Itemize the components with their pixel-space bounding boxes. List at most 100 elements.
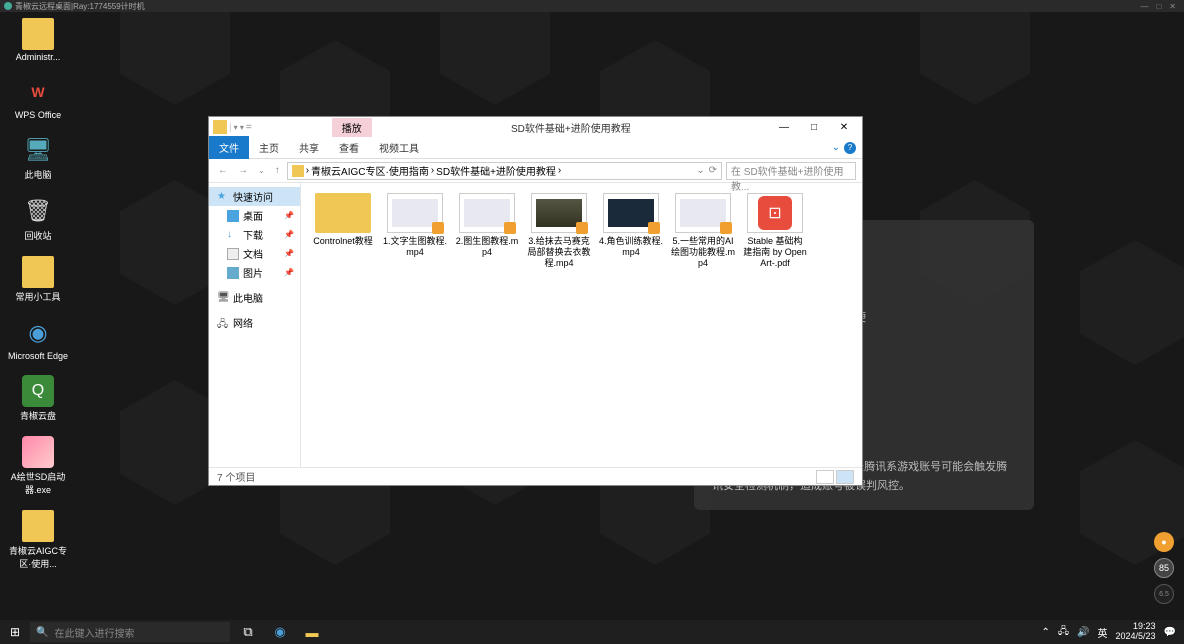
document-icon [227, 248, 239, 260]
start-button[interactable]: ⊞ [0, 625, 30, 639]
view-details-button[interactable] [816, 470, 834, 484]
taskbar-edge-icon[interactable]: ◉ [266, 624, 294, 640]
file-item[interactable]: 5.一些常用的AI绘图功能教程.mp4 [669, 191, 737, 270]
qat-overflow[interactable]: = [246, 122, 252, 133]
sidebar-item-desktop[interactable]: 桌面📌 [209, 206, 300, 225]
help-icon[interactable]: ? [844, 142, 856, 154]
sidebar-item-downloads[interactable]: ↓下载📌 [209, 225, 300, 244]
nav-recent-icon[interactable]: ⌄ [255, 166, 268, 175]
desktop-icon[interactable]: WWPS Office [6, 76, 70, 120]
play-contextual-tab[interactable]: 播放 [332, 118, 372, 137]
tab-view[interactable]: 查看 [329, 136, 369, 159]
remote-desktop-titlebar: 青椒云远程桌面|Ray:1774559计时机 — □ ✕ [0, 0, 1184, 12]
network-icon: 🖧 [217, 317, 229, 329]
desktop-icon[interactable]: A绘世SD启动器.exe [6, 436, 70, 496]
refresh-icon[interactable]: ⟳ [709, 165, 717, 176]
folder-icon [22, 18, 54, 50]
desktop-icon[interactable]: Administr... [6, 18, 70, 62]
star-icon: ★ [217, 191, 229, 203]
ribbon-expand-icon[interactable]: ⌄ [832, 142, 840, 154]
taskbar-search-input[interactable]: 🔍 在此键入进行搜索 [30, 622, 230, 642]
folder-icon [213, 120, 227, 134]
sidebar-this-pc[interactable]: 🖥此电脑 [209, 288, 300, 307]
nav-back-button[interactable]: ← [215, 165, 231, 176]
green-icon: Q [22, 375, 54, 407]
file-name: Controlnet教程 [313, 236, 373, 247]
task-view-button[interactable]: ⧉ [234, 624, 262, 640]
qingjiao-logo-icon [4, 2, 12, 10]
pin-icon: 📌 [284, 249, 294, 258]
folder-icon [22, 256, 54, 288]
status-bar: 7 个项目 [209, 467, 862, 485]
minimize-button[interactable]: — [770, 122, 798, 133]
badge-rating[interactable]: 6.5 [1154, 584, 1174, 604]
file-name: 1.文字生图教程.mp4 [383, 236, 447, 258]
navigation-pane: ★ 快速访问 桌面📌 ↓下载📌 文档📌 图片📌 🖥此电脑 🖧网络 [209, 183, 301, 467]
tab-home[interactable]: 主页 [249, 136, 289, 159]
file-list[interactable]: Controlnet教程 1.文字生图教程.mp4 2.图生图教程.mp4 3.给抹去… [301, 183, 862, 467]
badge-orange[interactable]: ● [1154, 532, 1174, 552]
desktop-icon-label: 常用小工具 [15, 290, 60, 303]
nav-up-button[interactable]: ↑ [272, 165, 283, 176]
pictures-icon [227, 267, 239, 279]
file-item[interactable]: 3.给抹去马赛克局部替换去衣教程.mp4 [525, 191, 593, 270]
crumb-sep: › [431, 165, 434, 176]
tray-volume-icon[interactable]: 🔊 [1077, 627, 1089, 638]
file-item[interactable]: Controlnet教程 [309, 191, 377, 270]
search-input[interactable]: 在 SD软件基础+进阶使用教... [726, 162, 856, 180]
address-bar-row: ← → ⌄ ↑ › 青椒云AIGC专区·使用指南 › SD软件基础+进阶使用教程… [209, 159, 862, 183]
desktop-icon [227, 210, 239, 222]
breadcrumb-bar[interactable]: › 青椒云AIGC专区·使用指南 › SD软件基础+进阶使用教程 › ⌄ ⟳ [287, 162, 722, 180]
remote-max-icon[interactable]: □ [1156, 2, 1161, 11]
close-button[interactable]: ✕ [830, 122, 858, 133]
tray-network-icon[interactable]: 🖧 [1058, 624, 1069, 641]
taskbar-clock[interactable]: 19:23 2024/5/23 [1116, 622, 1156, 642]
taskbar: ⊞ 🔍 在此键入进行搜索 ⧉ ◉ ▬ ⌃ 🖧 🔊 英 19:23 2024/5/… [0, 620, 1184, 644]
side-badges: ● 85 6.5 [1154, 532, 1174, 604]
action-center-icon[interactable]: 💬 [1164, 627, 1176, 638]
taskbar-explorer-icon[interactable]: ▬ [298, 625, 326, 640]
desktop-icon[interactable]: 🗑回收站 [6, 195, 70, 242]
breadcrumb-item[interactable]: SD软件基础+进阶使用教程 [436, 163, 556, 178]
maximize-button[interactable]: □ [800, 122, 828, 133]
breadcrumb-item[interactable]: 青椒云AIGC专区·使用指南 [311, 163, 429, 178]
file-item[interactable]: 1.文字生图教程.mp4 [381, 191, 449, 270]
view-icons-button[interactable] [836, 470, 854, 484]
remote-min-icon[interactable]: — [1140, 2, 1148, 11]
bin-icon: 🗑 [22, 195, 54, 227]
nav-forward-button[interactable]: → [235, 165, 251, 176]
sidebar-quick-access[interactable]: ★ 快速访问 [209, 187, 300, 206]
remote-title: 青椒云远程桌面|Ray:1774559计时机 [15, 1, 145, 12]
file-name: 4.角色训练教程.mp4 [599, 236, 663, 258]
file-name: Stable 基础构建指南 by OpenArt-.pdf [743, 236, 807, 268]
desktop-icon[interactable]: 常用小工具 [6, 256, 70, 303]
pc-icon: 🖥 [22, 134, 54, 166]
tab-video-tools[interactable]: 视频工具 [369, 136, 429, 159]
desktop-icon-label: A绘世SD启动器.exe [6, 470, 70, 496]
desktop-icon[interactable]: 青椒云AIGC专区·使用... [6, 510, 70, 570]
search-icon: 🔍 [36, 627, 48, 638]
file-item[interactable]: 4.角色训练教程.mp4 [597, 191, 665, 270]
file-item[interactable]: ⊡Stable 基础构建指南 by OpenArt-.pdf [741, 191, 809, 270]
desktop-icon[interactable]: Q青椒云盘 [6, 375, 70, 422]
badge-score[interactable]: 85 [1154, 558, 1174, 578]
file-item[interactable]: 2.图生图教程.mp4 [453, 191, 521, 270]
tab-share[interactable]: 共享 [289, 136, 329, 159]
qat-dropdown-icon[interactable]: ▾ ▾ [234, 123, 244, 132]
desktop-icon[interactable]: ◉Microsoft Edge [6, 317, 70, 361]
crumb-dropdown-icon[interactable]: ⌄ [696, 165, 704, 176]
sidebar-network[interactable]: 🖧网络 [209, 313, 300, 332]
file-name: 5.一些常用的AI绘图功能教程.mp4 [671, 236, 735, 268]
pin-icon: 📌 [284, 211, 294, 220]
sidebar-item-pictures[interactable]: 图片📌 [209, 263, 300, 282]
ime-indicator[interactable]: 英 [1098, 625, 1108, 640]
tab-file[interactable]: 文件 [209, 136, 249, 159]
sidebar-item-documents[interactable]: 文档📌 [209, 244, 300, 263]
tray-overflow-icon[interactable]: ⌃ [1042, 627, 1050, 638]
desktop-icon[interactable]: 🖥此电脑 [6, 134, 70, 181]
video-thumbnail [387, 193, 443, 233]
remote-close-icon[interactable]: ✕ [1169, 2, 1176, 11]
file-name: 2.图生图教程.mp4 [455, 236, 519, 258]
explorer-titlebar[interactable]: | ▾ ▾ = 播放 SD软件基础+进阶使用教程 — □ ✕ [209, 117, 862, 137]
crumb-sep: › [306, 165, 309, 176]
